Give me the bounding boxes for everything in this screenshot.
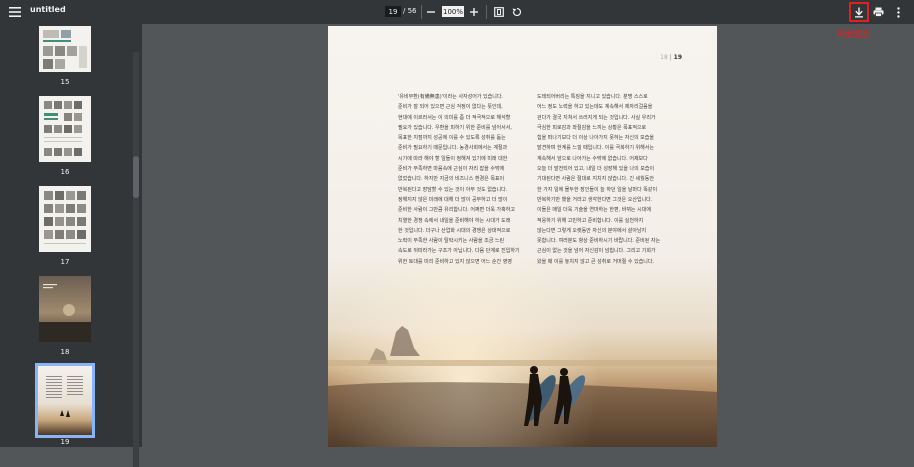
document-title: untitled — [30, 5, 66, 14]
text-line: 준비한 사람이 그만큼 유리합니다. 어쩌면 더욱 가혹하고 — [398, 207, 515, 214]
text-line: 않는다면 그렇게 오랫동안 자신의 분야에서 살아남지 — [537, 227, 647, 234]
zoom-out-button[interactable] — [421, 2, 441, 22]
more-vertical-icon — [896, 6, 900, 18]
text-line: 극심한 피로감과 좌절감을 느끼는 상황은 목표적으로 — [537, 124, 647, 131]
fit-page-button[interactable] — [489, 2, 509, 22]
text-line: 준비가 잘 되어 있으면 근심 걱정이 없다는 뜻인데, — [398, 104, 503, 111]
rotate-icon — [512, 7, 522, 17]
download-highlight-box — [849, 2, 869, 22]
text-line: 걷다가 결국 지쳐서 쓰러지게 되는 것입니다. 사실 우리가 — [537, 114, 656, 121]
text-line: 못합니다. 여러분도 항상 준비하시기 바랍니다. 준비된 자는 — [537, 238, 661, 245]
text-line: 적응하기 위해 고민하고 준비합니다. 이를 실천하지 — [537, 217, 644, 224]
text-line: 한 것입니다. 더구나 산업화 시대의 경쟁은 상대적으로 — [398, 227, 511, 234]
more-actions-button[interactable] — [888, 2, 908, 22]
text-line: 시기에 따라 해야 할 일들이 정해져 있기에 미래 대한 — [398, 155, 508, 162]
thumbnail-sidebar: 15 16 17 18 19 — [0, 24, 142, 467]
thumbnail-page-17[interactable] — [39, 186, 91, 252]
zoom-level-input[interactable]: 100% — [442, 6, 464, 17]
pdf-toolbar: untitled 19 / 56 100% — [0, 0, 914, 24]
text-line: 반복하기만 했을 거라고 생각한다면 그것은 오산입니다. — [537, 196, 653, 203]
download-annotation-label: 다운로드 — [837, 30, 871, 40]
zoom-in-button[interactable] — [464, 2, 484, 22]
page-number-input[interactable]: 19 — [385, 6, 401, 17]
text-line: 기대된다면 사람은 절대로 지치지 않습니다. 긴 세월동안 — [537, 176, 654, 183]
text-line: 정해지지 않은 미래에 대해 더 많이 공부하고 더 많이 — [398, 196, 508, 203]
toolbar-divider — [486, 5, 487, 19]
thumbnail-label: 16 — [60, 168, 70, 176]
left-text-column: '유비무환(有備無患)'이라는 사자성어가 있습니다. 준비가 잘 되어 있으면… — [398, 92, 520, 267]
text-line: 치열한 경쟁 속에서 내일을 준비해야 하는 시대가 도래 — [398, 217, 511, 224]
print-button[interactable] — [868, 2, 888, 22]
text-line: 근심이 없는 것을 넘어 자신감이 넘칩니다. 그리고 기회가 — [537, 248, 656, 255]
text-line: 없었습니다. 하지만 지금의 비즈니스 환경은 목표이 — [398, 176, 505, 183]
text-line: 힘을 떠나기보다 더 이상 나아가지 못하는 자신의 모습을 — [537, 135, 654, 142]
sidebar-scroll-thumb[interactable] — [133, 156, 139, 198]
text-line: 노력이 부족한 사람이 탈락시키는 사람을 조금 느린 — [398, 238, 505, 245]
rotate-button[interactable] — [507, 2, 527, 22]
thumbnail-label: 18 — [60, 348, 70, 356]
text-line: 반복된다고 장담할 수 있는 것이 아무 것도 없습니다. — [398, 186, 508, 193]
sidebar-scrollbar[interactable] — [133, 52, 139, 467]
text-line: 계속해서 앞으로 나아가는 수밖에 없습니다. 어제보다 — [537, 155, 648, 162]
text-line: 오늘 더 발전되어 있고, 내일 더 성장해 있을 나의 모습이 — [537, 166, 655, 173]
text-line: 이들은 매일 더욱 기술을 연마하는 한편, 바뀌는 시대에 — [537, 207, 651, 214]
text-line: 위한 토대를 미리 준비하고 있지 않으면 어느 순간 영영 — [398, 258, 512, 265]
pdf-page-19: 18 | 19 '유비무환(有備無患)'이라는 사자성어가 있습니다. 준비가 … — [328, 26, 717, 447]
thumbnail-page-15[interactable] — [39, 26, 91, 72]
minus-icon — [427, 11, 435, 13]
thumbnail-label: 19 — [60, 438, 70, 446]
text-line: 발견하며 한계를 느낄 때입니다. 이를 극복하기 위해서는 — [537, 145, 654, 152]
text-line: 속도로 뒤따라가는 구조가 아닙니다. 다음 단계로 진입하기 — [398, 248, 520, 255]
printer-icon — [873, 7, 883, 17]
page-number: 19 — [673, 54, 682, 61]
text-line: 준비가 부족하면 마음속에 근심이 자리 잡을 수밖에 — [398, 166, 505, 173]
text-line: 어느 정도 노력을 하고 있는데도 계속해서 제자리걸음을 — [537, 104, 653, 111]
fit-to-page-icon — [494, 7, 504, 17]
text-line: 도태되어버리는 특징을 지니고 있습니다. 분명 스스로 — [537, 94, 648, 100]
menu-icon[interactable] — [5, 2, 25, 22]
thumbnail-page-19[interactable] — [35, 363, 95, 438]
text-line: 현대에 이르러서는 이 의미를 좀 더 적극적으로 해석할 — [398, 114, 511, 121]
thumbnail-label: 17 — [60, 258, 70, 266]
text-line: 한 가지 일에 몰두한 장인들이 늘 하던 일을 날마다 똑같이 — [537, 186, 658, 193]
right-text-column: 도태되어버리는 특징을 지니고 있습니다. 분명 스스로 어느 정도 노력을 하… — [537, 92, 660, 267]
thumbnail-page-18[interactable] — [39, 276, 91, 342]
thumbnail-label: 15 — [60, 78, 70, 86]
text-line: 왔을 때 이를 놓치지 않고 큰 성취로 거머쥘 수 있습니다. — [537, 258, 655, 265]
thumbnail-page-16[interactable] — [39, 96, 91, 162]
page-number-label: 18 | 19 — [660, 54, 682, 61]
text-line: 필요가 있습니다. 우환을 피하기 위한 준비를 넘어서서, — [398, 124, 512, 131]
plus-icon — [470, 8, 478, 16]
text-line: 준비가 필요하기 때문입니다. 농경사회에서는 계절과 — [398, 145, 508, 152]
text-line: '유비무환(有備無患)'이라는 사자성어가 있습니다. — [398, 94, 504, 100]
text-line: 목표한 지점까지 성공에 이를 수 있도록 성취를 돕는 — [398, 135, 506, 142]
page-count: / 56 — [403, 7, 417, 15]
